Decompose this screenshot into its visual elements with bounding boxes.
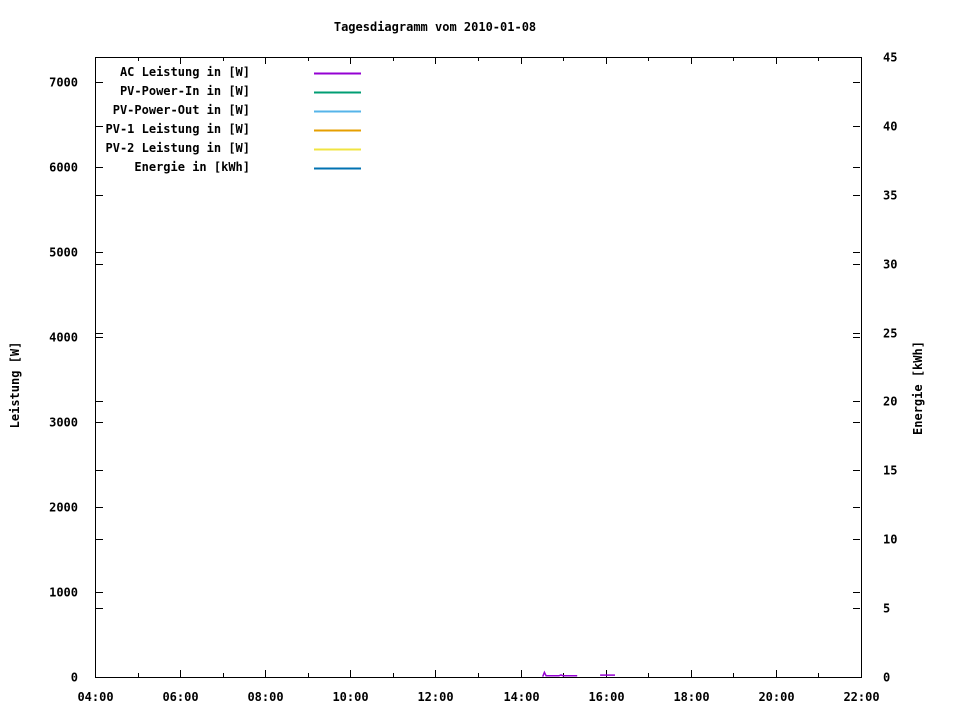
- y2-tick-label: 5: [883, 602, 890, 616]
- y2-tick-label: 30: [883, 258, 897, 272]
- x-tick-label: 20:00: [758, 690, 794, 704]
- y-tick-label: 2000: [49, 501, 78, 515]
- y-tick-label: 0: [71, 671, 78, 685]
- legend-label: AC Leistung in [W]: [120, 65, 250, 79]
- y-tick-label: 1000: [49, 586, 78, 600]
- x-tick-label: 06:00: [162, 690, 198, 704]
- x-tick-label: 16:00: [588, 690, 624, 704]
- x-tick-label: 18:00: [673, 690, 709, 704]
- y2-tick-label: 40: [883, 120, 897, 134]
- legend-label: PV-1 Leistung in [W]: [106, 122, 251, 136]
- y2-tick-label: 25: [883, 327, 897, 341]
- y2-tick-label: 20: [883, 395, 897, 409]
- y2-tick-label: 0: [883, 671, 890, 685]
- y2-tick-label: 35: [883, 189, 897, 203]
- x-tick-label: 12:00: [417, 690, 453, 704]
- plot-area: 04:00 06:00 08:00 10:00 12:00 14:00 16:00 18:00…: [49, 51, 897, 705]
- legend-label: PV-2 Leistung in [W]: [106, 141, 251, 155]
- y2-tick-label: 45: [883, 51, 897, 65]
- x-tick-label: 04:00: [77, 690, 113, 704]
- x-tick-label: 10:00: [332, 690, 368, 704]
- x-tick-label: 08:00: [247, 690, 283, 704]
- legend-label: PV-Power-Out in [W]: [113, 103, 250, 117]
- y2-tick-label: 10: [883, 533, 897, 547]
- legend-label: PV-Power-In in [W]: [120, 84, 250, 98]
- y-tick-label: 5000: [49, 246, 78, 260]
- y-tick-label: 7000: [49, 76, 78, 90]
- series-line: [542, 670, 578, 677]
- y2-tick-label: 15: [883, 464, 897, 478]
- legend-label: Energie in [kWh]: [134, 160, 250, 174]
- x-tick-label: 14:00: [503, 690, 539, 704]
- y-tick-label: 4000: [49, 331, 78, 345]
- x-tick-label: 22:00: [843, 690, 879, 704]
- chart-canvas: Tagesdiagramm vom 2010-01-08 Leistung [W…: [0, 0, 960, 720]
- y-tick-label: 6000: [49, 161, 78, 175]
- y-tick-label: 3000: [49, 416, 78, 430]
